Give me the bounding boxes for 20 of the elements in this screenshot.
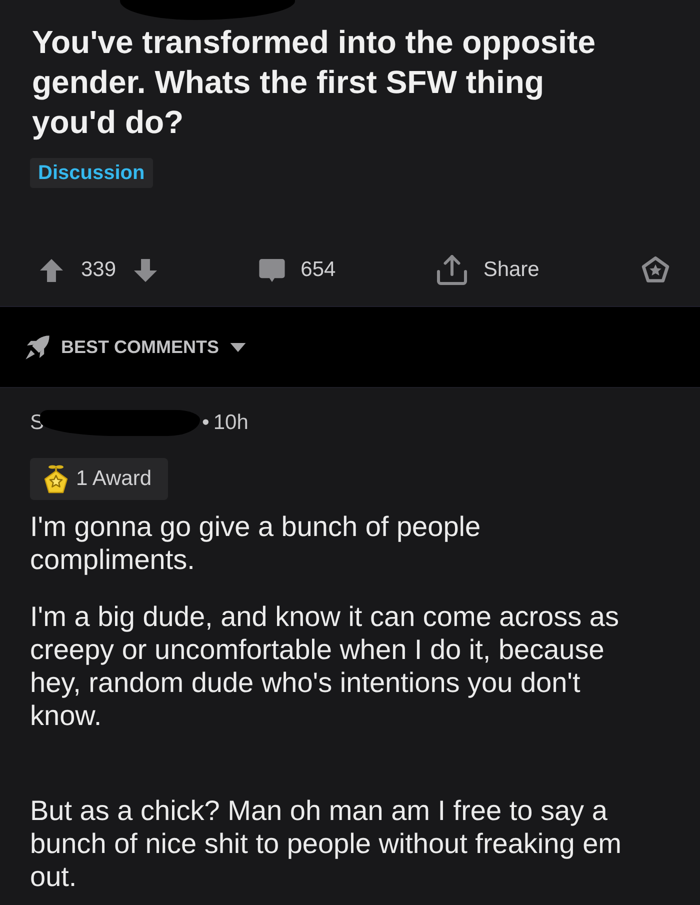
comment-paragraph: I'm a big dude, and know it can come across as creepy or uncomfortable when I do it, because hey, random dude who's intentions you don't know. [30, 600, 620, 732]
rocket-icon [25, 334, 50, 360]
post-title: You've transformed into the opposite gender. Whats the first SFW thing you'd do? [32, 23, 596, 142]
flair-tag: Discussion [30, 158, 153, 188]
meta-separator: • [202, 411, 210, 435]
vote-score: 339 [81, 258, 116, 282]
down-arrow-icon[interactable] [134, 258, 158, 282]
awards-button[interactable]: 1 Award [30, 458, 168, 500]
comment-paragraph: But as a chick? Man oh man am I free to say a bunch of nice shit to people without freaking em out. [30, 794, 622, 893]
share-button[interactable]: Share [437, 255, 540, 285]
star-medal-icon [44, 464, 68, 494]
up-arrow-icon[interactable] [40, 258, 63, 282]
caret-icon [230, 342, 246, 352]
comment-time: 10h [213, 411, 248, 435]
star-pentagon-icon[interactable] [640, 256, 670, 284]
speech-bubble-icon [258, 258, 285, 282]
share-icon [437, 255, 468, 285]
sort-dropdown[interactable]: BEST COMMENTS [25, 334, 246, 360]
comment-paragraph: I'm gonna go give a bunch of people compliments. [30, 510, 482, 576]
comments-button[interactable]: 654 [258, 258, 336, 282]
